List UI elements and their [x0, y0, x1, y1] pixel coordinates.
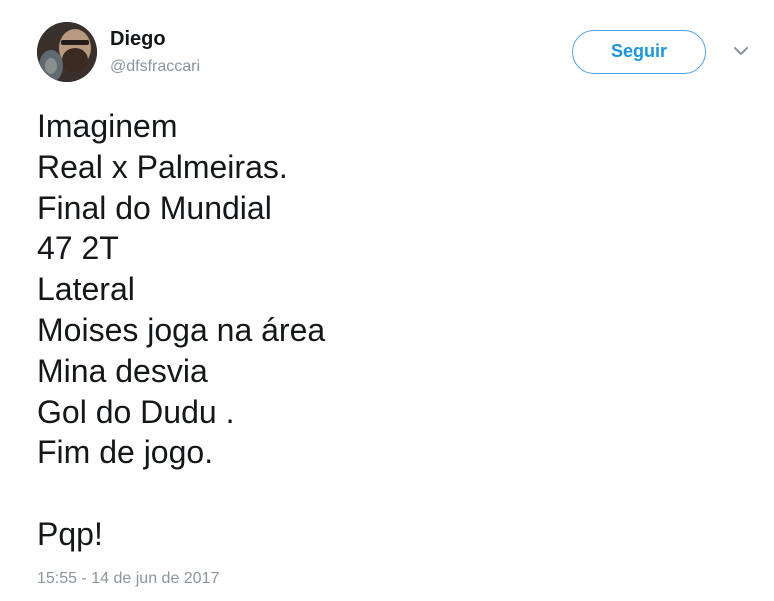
chevron-down-icon — [734, 47, 748, 55]
tweet-line: Real x Palmeiras. — [37, 148, 288, 185]
user-name[interactable]: Diego — [110, 27, 166, 51]
user-avatar-icon — [37, 22, 97, 82]
tweet-line: Moises joga na área — [37, 311, 326, 348]
tweet-line: Mina desvia — [37, 352, 208, 389]
tweet-line: Lateral — [37, 271, 135, 308]
tweet-line: Pqp! — [37, 515, 103, 552]
avatar[interactable] — [37, 22, 97, 82]
tweet-line: 47 2T — [37, 230, 119, 267]
tweet-line: Imaginem — [37, 108, 178, 144]
user-handle[interactable]: @dfsfraccari — [110, 57, 200, 77]
tweet-text: Imaginem Real x Palmeiras. Final do Mund… — [37, 106, 325, 555]
tweet-timestamp[interactable]: 15:55 - 14 de jun de 2017 — [37, 569, 219, 589]
tweet-line: Final do Mundial — [37, 189, 272, 226]
tweet-line: Gol do Dudu . — [37, 393, 235, 430]
tweet-line: Fim de jogo. — [37, 434, 214, 471]
tweet-menu-button[interactable] — [732, 44, 750, 58]
follow-button[interactable]: Seguir — [572, 30, 706, 74]
